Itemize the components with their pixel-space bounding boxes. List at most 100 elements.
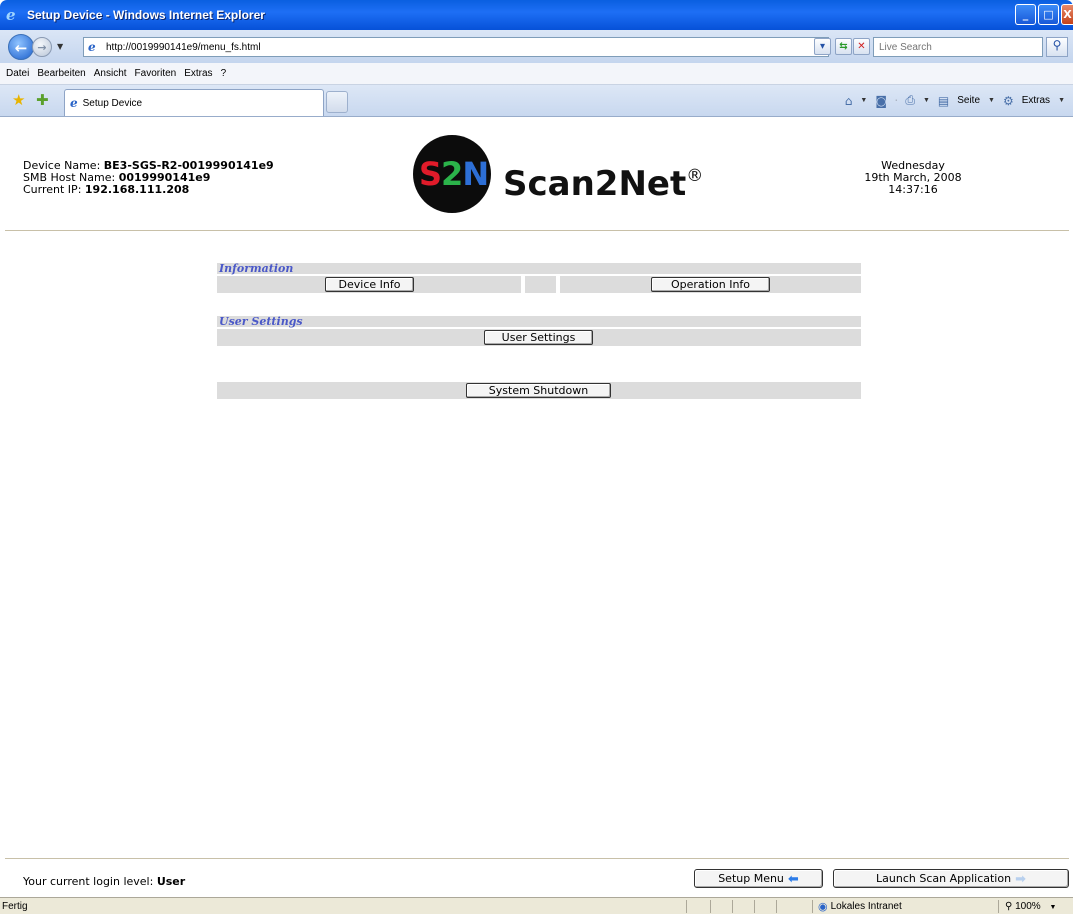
information-heading: Information [217,263,861,274]
tab-bar: ★ ✚ e Setup Device ⌂ ▼ ◙ · ⎙ ▼ ▤ Seite ▼ ⚙ … [0,85,1073,117]
login-level: Your current login level: User [23,875,185,888]
logo-wordmark: Scan2Net® [503,164,704,204]
zoom-control[interactable]: ⚲ 100% ▼ [1005,901,1056,912]
minimize-button[interactable]: _ [1015,4,1036,25]
tab-page-icon: e [70,96,78,110]
information-cell-right: Operation Info [560,276,861,293]
launch-scan-application-button[interactable]: Launch Scan Application ➡ [833,869,1069,888]
zoom-level: 100% [1015,901,1041,912]
intranet-zone-icon: ◉ [818,900,828,913]
user-settings-row: User Settings [217,329,861,346]
url-text[interactable]: http://0019990141e9/menu_fs.html [106,42,261,53]
menu-bar: Datei Bearbeiten Ansicht Favoriten Extra… [0,63,1073,85]
tools-dropdown-icon[interactable]: ▼ [1058,97,1065,104]
menu-datei[interactable]: Datei [6,68,29,79]
current-ip-value: 192.168.111.208 [84,183,190,196]
tools-gear-icon: ⚙ [1002,93,1014,108]
footer-divider [5,858,1069,859]
tab-setup-device[interactable]: e Setup Device [64,89,324,116]
status-separator [812,900,813,913]
print-dropdown-icon[interactable]: ▼ [923,97,930,104]
status-separator [998,900,999,913]
menu-bearbeiten[interactable]: Bearbeiten [37,68,85,79]
system-shutdown-button[interactable]: System Shutdown [466,383,611,398]
home-icon[interactable]: ⌂ [845,94,853,108]
close-button[interactable]: X [1061,4,1073,25]
login-level-value: User [156,875,186,888]
status-separator [754,900,755,913]
favorites-center-star-icon[interactable]: ★ [12,93,25,108]
tab-label: Setup Device [82,97,143,109]
status-separator [776,900,777,913]
system-cell: System Shutdown [217,382,861,399]
device-info-button[interactable]: Device Info [325,277,414,292]
page-menu-icon: ▤ [937,93,950,108]
status-text: Fertig [2,901,28,912]
status-separator [732,900,733,913]
arrow-left-icon: ⬅ [787,872,799,887]
stop-icon[interactable]: ✕ [853,38,870,55]
window-controls: _ □ X [1015,4,1073,25]
login-level-label: Your current login level: [23,875,157,888]
system-section: System Shutdown [217,382,861,399]
add-favorites-star-icon[interactable]: ✚ [36,93,49,108]
maximize-button[interactable]: □ [1038,4,1059,25]
refresh-icon[interactable]: ⇆ [835,38,852,55]
print-icon[interactable]: ⎙ [905,93,915,108]
tools-menu-button[interactable]: Extras [1022,95,1050,106]
user-settings-section: User Settings User Settings [217,316,861,346]
information-row: Device Info Operation Info [217,276,861,293]
status-bar: Fertig ◉ Lokales Intranet ⚲ 100% ▼ [0,897,1073,914]
setup-menu-label: Setup Menu [718,872,784,885]
recent-pages-dropdown-icon[interactable]: ▼ [57,42,63,51]
menu-favoriten[interactable]: Favoriten [135,68,177,79]
menu-extras[interactable]: Extras [184,68,212,79]
page-icon: e [88,40,96,54]
scan2net-logo: S2N Scan2Net® [413,135,713,215]
home-dropdown-icon[interactable]: ▼ [860,97,867,104]
back-button[interactable]: ← [8,33,34,60]
address-toolbar: ← → ▼ e http://0019990141e9/menu_fs.html… [0,30,1073,63]
address-field[interactable]: e http://0019990141e9/menu_fs.html [83,37,829,57]
user-settings-cell: User Settings [217,329,861,346]
status-separator [710,900,711,913]
forward-button[interactable]: → [32,36,52,57]
information-cell-left: Device Info [217,276,521,293]
address-dropdown-icon[interactable]: ▾ [814,38,831,55]
logo-mark: S2N [419,155,489,193]
information-section: Information Device Info Operation Info [217,263,861,293]
datetime-block: Wednesday 19th March, 2008 14:37:16 [853,160,973,196]
header-divider [5,230,1069,231]
system-row: System Shutdown [217,382,861,399]
setup-menu-button[interactable]: Setup Menu ⬅ [694,869,823,888]
launch-scan-application-label: Launch Scan Application [876,872,1012,885]
security-zone-label: Lokales Intranet [830,901,902,912]
feeds-icon[interactable]: ◙ [875,94,887,108]
ie-logo-icon: e [6,6,16,24]
security-zone[interactable]: ◉ Lokales Intranet [818,900,902,913]
search-icon[interactable]: ⚲ [1046,37,1068,57]
window-title: Setup Device - Windows Internet Explorer [27,8,265,22]
zoom-dropdown-icon[interactable]: ▼ [1049,904,1056,911]
menu-ansicht[interactable]: Ansicht [94,68,127,79]
command-bar: ⌂ ▼ ◙ · ⎙ ▼ ▤ Seite ▼ ⚙ Extras ▼ [845,93,1065,108]
time-text: 14:37:16 [888,183,938,196]
operation-info-button[interactable]: Operation Info [651,277,770,292]
new-tab-button[interactable] [326,91,348,113]
page-dropdown-icon[interactable]: ▼ [988,97,995,104]
menu-help[interactable]: ? [221,68,227,79]
current-ip-label: Current IP: [23,183,85,196]
search-input[interactable] [874,38,1042,56]
page-content: Device Name: BE3-SGS-R2-0019990141e9 SMB… [5,117,1069,897]
status-separator [686,900,687,913]
zoom-icon: ⚲ [1005,901,1013,912]
page-menu-button[interactable]: Seite [957,95,980,106]
search-field[interactable] [873,37,1043,57]
window-titlebar[interactable]: e Setup Device - Windows Internet Explor… [0,0,1073,30]
feeds-dropdown-icon[interactable]: · [895,97,897,104]
user-settings-heading: User Settings [217,316,861,327]
information-cell-spacer [525,276,556,293]
arrow-right-icon: ➡ [1015,872,1026,887]
current-ip-line: Current IP: 192.168.111.208 [23,184,274,196]
user-settings-button[interactable]: User Settings [484,330,593,345]
